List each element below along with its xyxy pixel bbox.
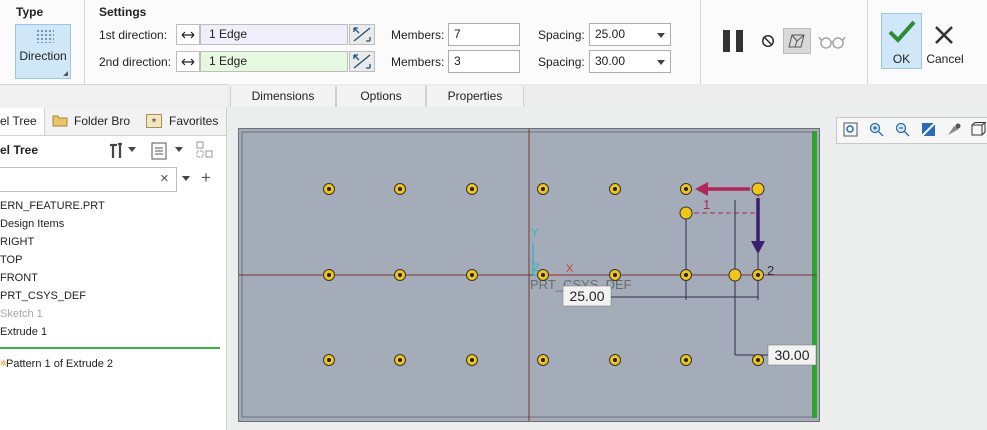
pattern-member-dot (327, 187, 331, 191)
pattern-member-dot (613, 187, 617, 191)
pattern-member-dot (398, 187, 402, 191)
csys-x-label: X (566, 263, 574, 275)
pattern-member-dot (398, 273, 402, 277)
direction-1-arrowhead (695, 182, 708, 196)
spacing-2-dimension-label[interactable]: 30.00 (774, 347, 809, 363)
pattern-member-dot (541, 273, 545, 277)
pattern-member-dot (470, 358, 474, 362)
pattern-member-dot (327, 358, 331, 362)
pattern-member-dot (541, 187, 545, 191)
reference-dashed-lines (686, 189, 759, 214)
pattern-member-dot (541, 358, 545, 362)
direction-2-arrowhead (751, 241, 765, 254)
pattern-overlay: Y Z X PRT_CSYS_DEF 1 2 25.00 30.00 (239, 129, 817, 421)
pattern-origin-marker[interactable] (751, 182, 765, 196)
pattern-member-dot (470, 273, 474, 277)
pattern-member-dot (684, 273, 688, 277)
pattern-member-markers (323, 182, 765, 366)
direction-2-label: 2 (767, 263, 774, 278)
direction-1-label: 1 (703, 197, 710, 212)
pattern-member-dot (684, 187, 688, 191)
direction-reference-point[interactable] (728, 268, 742, 282)
pattern-member-dot (327, 273, 331, 277)
pattern-member-dot (613, 273, 617, 277)
pattern-member-dot (756, 273, 760, 277)
pattern-member-dot (613, 358, 617, 362)
csys-y-label: Y (531, 227, 539, 239)
spacing-1-dimension-label[interactable]: 25.00 (569, 288, 604, 304)
pattern-member-dot (398, 358, 402, 362)
pattern-member-dot (756, 358, 760, 362)
pattern-member-dot (470, 187, 474, 191)
pattern-member-dot (684, 358, 688, 362)
direction-reference-point[interactable] (679, 206, 693, 220)
